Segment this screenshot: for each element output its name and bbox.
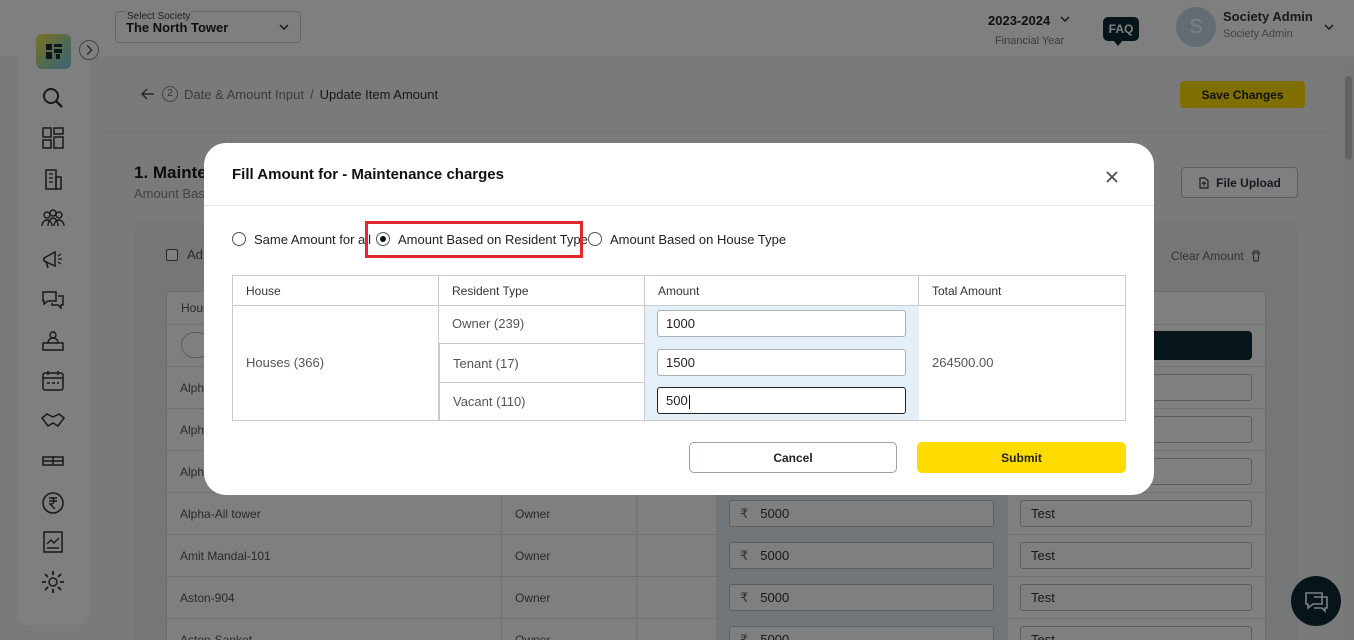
amount-input-owner[interactable]: 1000	[657, 310, 906, 337]
radio-house-type[interactable]	[588, 232, 602, 246]
column-header-resident-type: Resident Type	[439, 276, 645, 306]
resident-type-vacant: Vacant (110)	[439, 383, 645, 420]
modal-title: Fill Amount for - Maintenance charges	[232, 166, 504, 183]
column-header-house: House	[233, 276, 439, 306]
fill-amount-modal: Fill Amount for - Maintenance charges Sa…	[204, 143, 1154, 495]
amount-input-vacant-value: 500	[666, 393, 688, 408]
text-caret	[688, 394, 690, 409]
resident-type-tenant: Tenant (17)	[439, 344, 645, 383]
cancel-button[interactable]: Cancel	[689, 442, 897, 473]
column-header-total-amount: Total Amount	[919, 276, 1125, 306]
resident-amount-table: House Resident Type Amount Total Amount …	[232, 275, 1126, 421]
amount-input-vacant[interactable]: 500	[657, 387, 906, 414]
house-group-cell: Houses (366)	[233, 306, 439, 420]
submit-button[interactable]: Submit	[917, 442, 1126, 473]
radio-label-house-type[interactable]: Amount Based on House Type	[610, 232, 786, 247]
amount-input-tenant[interactable]: 1500	[657, 349, 906, 376]
radio-same-amount[interactable]	[232, 232, 246, 246]
column-header-amount: Amount	[645, 276, 919, 306]
total-amount-cell: 264500.00	[932, 355, 994, 370]
highlight-annotation	[365, 221, 583, 258]
resident-type-owner: Owner (239)	[439, 306, 645, 344]
radio-label-same-amount[interactable]: Same Amount for all	[254, 232, 371, 247]
modal-divider	[204, 205, 1154, 206]
close-icon[interactable]	[1104, 169, 1120, 185]
